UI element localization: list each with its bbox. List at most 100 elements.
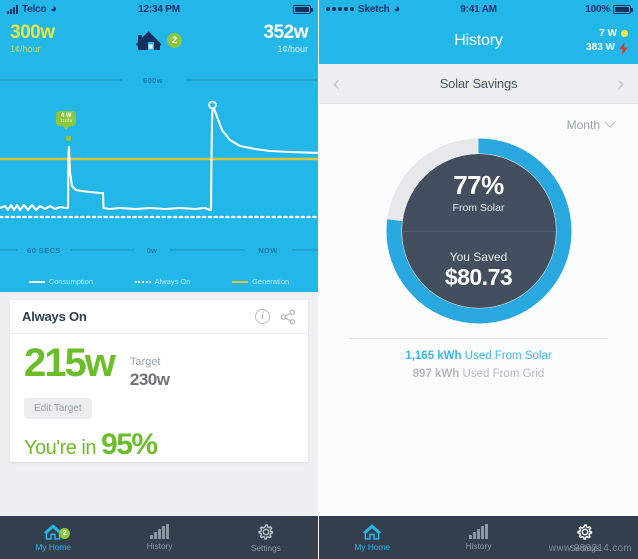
tab-my-home[interactable]: 2 My Home (0, 523, 106, 552)
legend-item-always-on: Always On (134, 277, 190, 286)
tab-bar-left: 2 My Home History Settings (0, 516, 318, 559)
share-icon[interactable] (280, 309, 296, 325)
legend-swatch-consumption (28, 280, 45, 283)
edit-target-button[interactable]: Edit Target (24, 398, 92, 419)
tab-my-home-right[interactable]: My Home (319, 523, 425, 552)
tab-settings[interactable]: Settings (213, 523, 318, 553)
status-left-group-right: Sketch ◕ (326, 2, 460, 15)
chart-now-point (208, 100, 217, 110)
percentile-prefix: You're in (24, 437, 102, 459)
stats-divider (349, 338, 608, 339)
percentile-value: 95% (101, 428, 158, 461)
status-bar-left: Telco ◕ 12:34 PM (0, 0, 318, 18)
always-on-section: Always On i 215w Target 230w Edit Target… (0, 292, 318, 516)
nav-grid-value: 383 W (586, 42, 615, 53)
chart-mid-tick: 0w (147, 246, 158, 255)
phone-screen-my-home: Telco ◕ 12:34 PM 300w 1¢/hour 2 352w 1¢/… (0, 0, 319, 559)
solar-savings-pager: ‹ Solar Savings › (319, 64, 638, 104)
donut-bottom-half: You Saved $80.73 (401, 231, 556, 308)
power-header: 300w 1¢/hour 2 352w 1¢/hour (0, 18, 318, 62)
chart-tooltip-sub: 11¢/hr (60, 118, 73, 124)
always-on-card: Always On i 215w Target 230w Edit Target… (10, 300, 308, 462)
stat-solar-label: Used From Solar (461, 350, 552, 362)
battery-percent-label: 100% (585, 3, 611, 15)
carrier-label: Telco (22, 3, 47, 15)
bar-chart-icon (150, 524, 169, 539)
legend-swatch-always-on (134, 280, 151, 283)
legend-label-consumption: Consumption (48, 277, 93, 286)
always-on-title: Always On (22, 309, 87, 324)
chevron-right-icon[interactable]: › (617, 74, 624, 94)
energy-stats: 1,165 kWh Used From Solar 897 kWh Used F… (319, 338, 638, 384)
home-icon (363, 524, 382, 540)
target-label: Target (129, 356, 161, 368)
legend-item-generation: Generation (232, 277, 289, 286)
home-badge: 2 (167, 32, 182, 48)
always-on-value: 215w (24, 341, 116, 385)
donut-top-half: 77% From Solar (402, 154, 556, 231)
wifi-icon: ◕ (50, 2, 57, 15)
nav-power-stats: 7 W 383 W (586, 27, 628, 56)
period-selector[interactable]: Month (319, 104, 638, 132)
stat-grid-label: Used From Grid (459, 367, 545, 380)
signal-bars-icon (7, 4, 18, 14)
always-on-card-header: Always On i (10, 300, 308, 334)
live-power-chart-svg: 600w 60 SECS 0w NOW (0, 76, 318, 255)
lightning-bolt-icon (619, 41, 628, 55)
solar-percent-label: From Solar (452, 201, 505, 214)
solar-donut-wrap: 77% From Solar You Saved $80.73 (319, 138, 638, 324)
chart-legend: Consumption Always On Generation (0, 277, 318, 286)
battery-full-icon (293, 4, 314, 14)
tab-bar-right: My Home History Settings www.989214.com (319, 516, 638, 559)
clock-label-right: 9:41 AM (460, 3, 497, 15)
house-logo-icon (136, 31, 162, 50)
always-on-target: Target 230w (130, 344, 170, 390)
wifi-icon: ◕ (393, 2, 401, 15)
always-on-card-actions: i (255, 309, 296, 325)
tab-label-history-right: History (465, 541, 492, 551)
tab-history-right[interactable]: History (425, 524, 531, 551)
generation-summary: 300w 1¢/hour (10, 23, 136, 56)
tab-label-history: History (146, 541, 173, 551)
percentile-text: You're in 95% (24, 428, 294, 462)
consumption-rate: 1¢/hour (277, 44, 308, 55)
consumption-value: 352w (263, 22, 309, 44)
generation-rate: 1¢/hour (10, 44, 41, 55)
legend-label-generation: Generation (252, 277, 290, 286)
pager-title: Solar Savings (439, 76, 518, 91)
status-left-group: Telco ◕ (7, 2, 138, 15)
period-label: Month (566, 118, 600, 132)
chevron-down-icon (604, 116, 616, 128)
battery-full-icon (613, 4, 634, 14)
solar-donut-chart: 77% From Solar You Saved $80.73 (386, 138, 572, 324)
signal-dots-icon (326, 7, 354, 11)
status-right-group-right: 100% (497, 3, 634, 15)
you-saved-amount: $80.73 (444, 263, 513, 290)
chart-tooltip-marker (66, 136, 71, 141)
clock-label: 12:34 PM (138, 3, 180, 15)
screenshot-stage: Telco ◕ 12:34 PM 300w 1¢/hour 2 352w 1¢/… (0, 0, 638, 559)
target-value: 230w (129, 370, 170, 389)
you-saved-label: You Saved (449, 249, 508, 264)
status-bar-right: Sketch ◕ 9:41 AM 100% (319, 0, 638, 18)
tab-settings-right[interactable]: Settings (532, 523, 638, 553)
carrier-label-right: Sketch (358, 3, 390, 15)
stat-grid-value: 897 kWh (412, 367, 460, 380)
chevron-left-icon[interactable]: ‹ (333, 74, 340, 94)
chart-tooltip: 4 W 11¢/hr (56, 111, 77, 127)
tab-badge-my-home: 2 (59, 528, 71, 539)
nav-solar-stat: 7 W (586, 27, 628, 42)
tab-label-settings-right: Settings (569, 542, 600, 553)
nav-grid-stat: 383 W (586, 41, 628, 56)
bar-chart-icon (469, 524, 488, 539)
tab-label-settings: Settings (250, 542, 281, 553)
tab-label-my-home: My Home (35, 542, 71, 552)
consumption-summary: 352w 1¢/hour (182, 22, 309, 56)
app-logo-group[interactable]: 2 (136, 28, 182, 52)
tab-history[interactable]: History (106, 524, 212, 551)
chart-left-tick: 60 SECS (27, 246, 61, 255)
series-consumption (0, 103, 318, 212)
live-power-chart[interactable]: 600w 60 SECS 0w NOW 4 W 11¢/hr Consumpti… (0, 62, 318, 292)
generation-value: 300w (10, 22, 55, 44)
info-icon[interactable]: i (255, 309, 270, 324)
